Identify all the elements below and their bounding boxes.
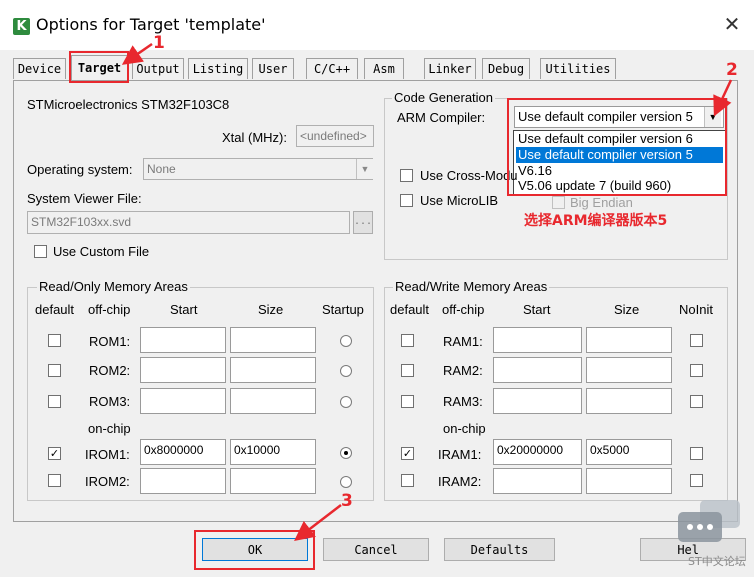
arrow-step-3 — [294, 504, 342, 542]
arrow-step-1 — [121, 42, 153, 65]
annotation-arrows — [121, 42, 733, 542]
watermark-text: ST中文论坛 — [688, 555, 746, 568]
arrow-step-2 — [713, 79, 733, 117]
chat-bubble-icon — [678, 500, 740, 542]
